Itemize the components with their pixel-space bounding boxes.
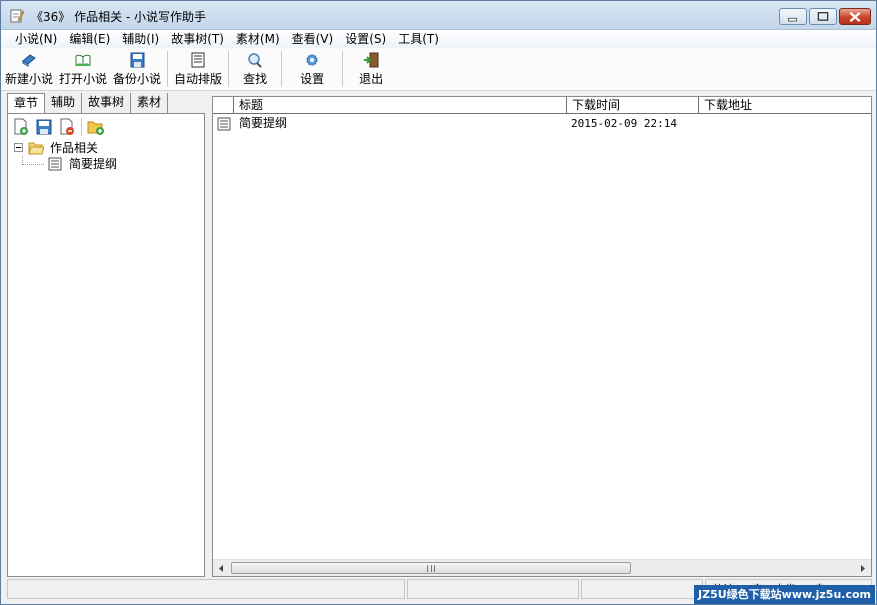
column-header-icon[interactable] <box>213 97 234 114</box>
open-folder-icon <box>28 142 44 155</box>
document-icon <box>48 157 62 171</box>
new-book-icon <box>22 54 36 67</box>
menu-view[interactable]: 查看(V) <box>286 30 340 48</box>
app-notepad-icon <box>10 9 25 23</box>
window-title: 《36》 作品相关 - 小说写作助手 <box>31 10 207 24</box>
chapter-toolbar <box>12 118 105 136</box>
scroll-right-icon[interactable] <box>854 560 871 577</box>
tree-root-label: 作品相关 <box>50 141 99 155</box>
close-icon <box>849 11 861 23</box>
menu-bar: 小说(N) 编辑(E) 辅助(I) 故事树(T) 素材(M) 查看(V) 设置(… <box>1 30 876 48</box>
table-row[interactable]: 简要提纲 2015-02-09 22:14 <box>213 115 871 132</box>
exit-door-icon <box>364 52 379 68</box>
toolbar: 新建小说 打开小说 备份小说 自动排版 查找 设置 退出 <box>1 48 876 91</box>
scrollbar-grip <box>427 565 435 572</box>
site-watermark: JZ5U绿色下载站www.jz5u.com <box>694 585 875 604</box>
new-chapter-icon[interactable] <box>12 118 30 136</box>
menu-assist[interactable]: 辅助(I) <box>116 30 165 48</box>
menu-tools[interactable]: 工具(T) <box>392 30 445 48</box>
backup-novel-button[interactable]: 备份小说 <box>113 48 161 90</box>
settings-label: 设置 <box>300 72 325 86</box>
new-novel-button[interactable]: 新建小说 <box>5 48 53 90</box>
tab-chapters[interactable]: 章节 <box>7 93 46 114</box>
exit-label: 退出 <box>359 72 384 86</box>
tools-separator <box>81 118 82 136</box>
search-icon <box>248 53 262 68</box>
exit-button[interactable]: 退出 <box>349 48 393 90</box>
column-header-title[interactable]: 标题 <box>234 97 567 114</box>
column-header-download-time[interactable]: 下载时间 <box>567 97 699 114</box>
tab-material[interactable]: 素材 <box>131 93 169 113</box>
backup-novel-label: 备份小说 <box>113 72 162 86</box>
close-button[interactable] <box>839 8 871 25</box>
tree-connector <box>22 164 44 165</box>
app-window: 《36》 作品相关 - 小说写作助手 小说(N) 编辑(E) 辅助(I) 故事树… <box>0 0 877 605</box>
title-bar[interactable]: 《36》 作品相关 - 小说写作助手 <box>1 1 876 30</box>
toolbar-separator <box>228 51 230 87</box>
save-chapter-icon[interactable] <box>35 118 53 136</box>
toolbar-separator <box>167 51 169 87</box>
list-header: 标题 下载时间 下载地址 <box>213 97 871 114</box>
collapse-toggle-icon[interactable] <box>14 143 23 152</box>
save-disk-icon <box>130 52 145 68</box>
delete-chapter-icon[interactable] <box>58 118 76 136</box>
new-volume-folder-icon[interactable] <box>87 118 105 136</box>
scrollbar-thumb[interactable] <box>231 562 631 574</box>
menu-story-tree[interactable]: 故事树(T) <box>165 30 230 48</box>
toolbar-separator <box>281 51 283 87</box>
open-novel-label: 打开小说 <box>59 72 108 86</box>
left-tab-strip: 章节 辅助 故事树 素材 <box>7 93 169 114</box>
find-label: 查找 <box>243 72 268 86</box>
tree-child-label: 简要提纲 <box>69 157 118 171</box>
document-format-icon <box>191 52 205 68</box>
column-header-download-url[interactable]: 下载地址 <box>699 97 871 114</box>
maximize-button[interactable] <box>809 8 837 25</box>
toolbar-separator <box>342 51 344 87</box>
status-panel-main <box>7 579 405 599</box>
gear-icon <box>306 54 318 66</box>
row-download-time: 2015-02-09 22:14 <box>571 117 677 130</box>
minimize-button[interactable] <box>779 8 807 25</box>
settings-button[interactable]: 设置 <box>288 48 336 90</box>
menu-novel[interactable]: 小说(N) <box>9 30 63 48</box>
document-icon <box>217 117 231 131</box>
minimize-icon <box>787 17 798 22</box>
auto-layout-button[interactable]: 自动排版 <box>174 48 222 90</box>
panel-splitter[interactable] <box>206 93 211 577</box>
left-panel: 章节 辅助 故事树 素材 作品相关 简要提纲 <box>7 93 205 577</box>
horizontal-scrollbar[interactable] <box>213 559 871 576</box>
find-button[interactable]: 查找 <box>235 48 275 90</box>
status-panel-third <box>581 579 703 599</box>
menu-settings[interactable]: 设置(S) <box>339 30 392 48</box>
auto-layout-label: 自动排版 <box>174 72 223 86</box>
open-novel-button[interactable]: 打开小说 <box>59 48 107 90</box>
new-novel-label: 新建小说 <box>5 72 54 86</box>
open-book-icon <box>75 54 91 66</box>
tab-assist[interactable]: 辅助 <box>45 93 83 113</box>
scroll-left-icon[interactable] <box>213 560 230 577</box>
status-panel-middle <box>407 579 579 599</box>
row-title: 简要提纲 <box>239 116 288 130</box>
tab-story-tree[interactable]: 故事树 <box>82 93 132 113</box>
chapter-pane: 作品相关 简要提纲 <box>7 113 205 577</box>
chapter-list: 标题 下载时间 下载地址 简要提纲 2015-02-09 22:14 <box>212 96 872 577</box>
menu-edit[interactable]: 编辑(E) <box>63 30 116 48</box>
menu-material[interactable]: 素材(M) <box>230 30 286 48</box>
maximize-icon <box>817 12 829 21</box>
